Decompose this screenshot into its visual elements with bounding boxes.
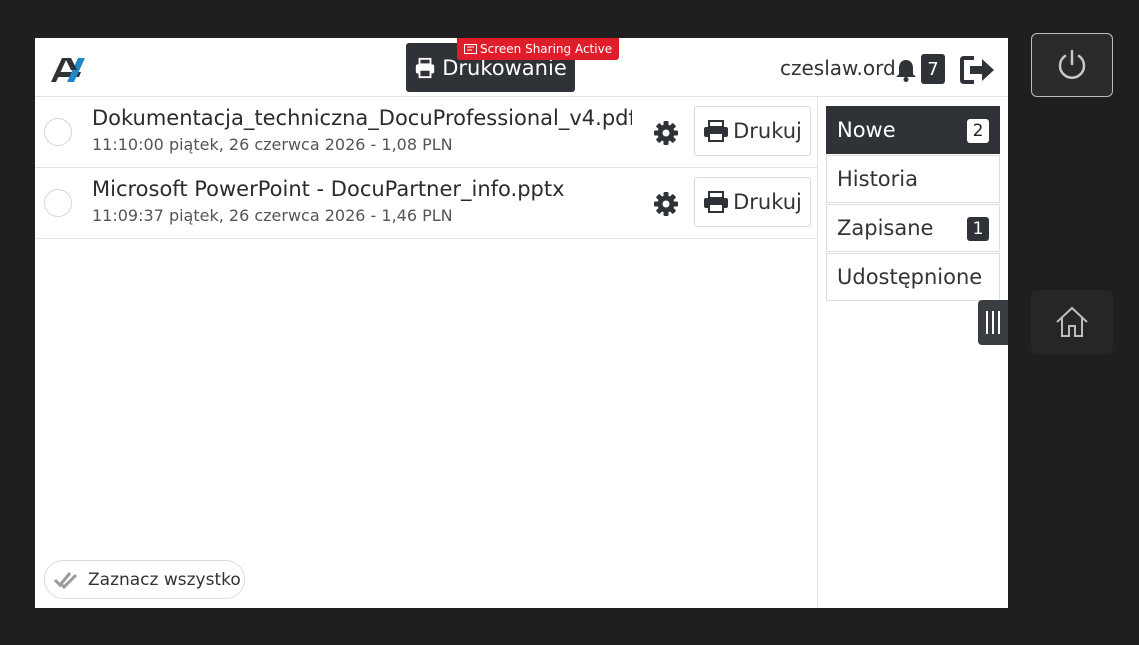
power-button[interactable] xyxy=(1031,33,1113,97)
sidebar: Nowe 2 Historia Zapisane 1 Udostępnione xyxy=(817,97,1008,608)
tab-label: Nowe xyxy=(837,118,896,142)
job-file-name: Dokumentacja_techniczna_DocuProfessional… xyxy=(92,106,632,130)
username: czeslaw.ordon xyxy=(780,56,896,80)
print-button[interactable]: Drukuj xyxy=(694,106,811,156)
home-icon xyxy=(1056,306,1088,337)
logout-icon[interactable] xyxy=(960,55,996,85)
job-meta: 11:09:37 piątek, 26 czerwca 2026 - 1,46 … xyxy=(92,206,453,225)
job-file-name: Microsoft PowerPoint - DocuPartner_info.… xyxy=(92,177,565,201)
tab-count-badge: 1 xyxy=(967,217,989,241)
gear-icon[interactable] xyxy=(653,191,679,217)
job-select-radio[interactable] xyxy=(44,189,72,217)
tab-zapisane[interactable]: Zapisane 1 xyxy=(826,204,1000,252)
bell-icon[interactable] xyxy=(895,58,917,82)
printer-icon xyxy=(416,57,435,78)
double-check-icon xyxy=(54,571,78,589)
drag-handle[interactable] xyxy=(978,300,1008,345)
job-meta: 11:10:00 piątek, 26 czerwca 2026 - 1,08 … xyxy=(92,135,453,154)
print-job-list: Dokumentacja_techniczna_DocuProfessional… xyxy=(35,97,817,239)
notification-count-badge[interactable]: 7 xyxy=(921,54,945,84)
tab-label: Udostępnione xyxy=(837,265,983,289)
screen-sharing-text: Screen Sharing Active xyxy=(480,42,613,56)
screen-sharing-badge: Screen Sharing Active xyxy=(457,38,620,60)
logo-icon xyxy=(51,58,85,82)
print-button[interactable]: Drukuj xyxy=(694,177,811,227)
select-all-label: Zaznacz wszystko xyxy=(88,569,241,590)
print-job-row[interactable]: Microsoft PowerPoint - DocuPartner_info.… xyxy=(35,168,817,239)
print-job-row[interactable]: Dokumentacja_techniczna_DocuProfessional… xyxy=(35,97,817,168)
printer-icon xyxy=(704,120,729,142)
drag-handle-icon xyxy=(986,311,1000,334)
tab-label: Historia xyxy=(837,167,918,191)
select-all-button[interactable]: Zaznacz wszystko xyxy=(44,560,245,599)
printer-icon xyxy=(704,191,729,213)
job-select-radio[interactable] xyxy=(44,118,72,146)
tab-count-badge: 2 xyxy=(967,119,989,143)
home-button[interactable] xyxy=(1031,290,1113,354)
print-panel: Drukowanie Screen Sharing Active czeslaw… xyxy=(35,38,1008,608)
tab-nowe[interactable]: Nowe 2 xyxy=(826,106,1000,154)
print-button-label: Drukuj xyxy=(733,119,802,143)
tab-historia[interactable]: Historia xyxy=(826,155,1000,203)
screen-share-icon xyxy=(464,44,477,54)
top-bar: Drukowanie Screen Sharing Active czeslaw… xyxy=(35,38,1008,97)
power-icon xyxy=(1058,49,1086,79)
tab-udostepnione[interactable]: Udostępnione xyxy=(826,253,1000,301)
gear-icon[interactable] xyxy=(653,120,679,146)
tab-label: Zapisane xyxy=(837,216,934,240)
print-button-label: Drukuj xyxy=(733,190,802,214)
